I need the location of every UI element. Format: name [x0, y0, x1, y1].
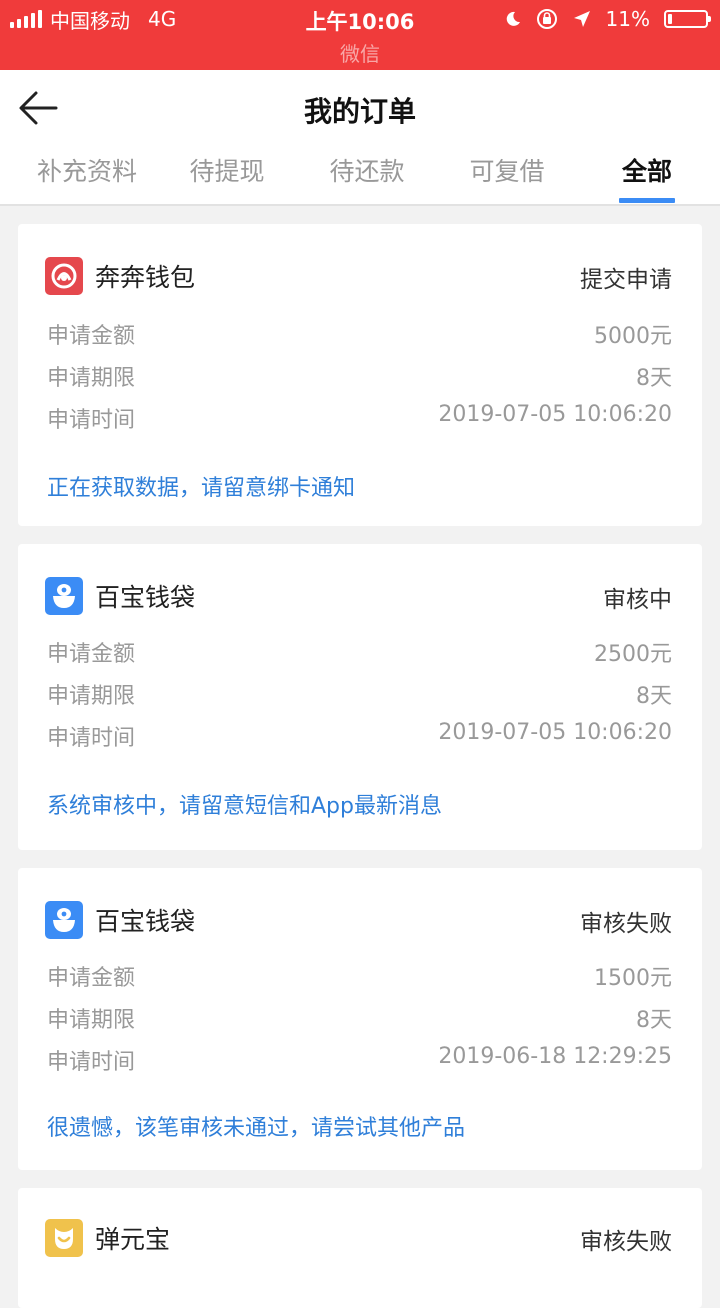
amount-value: 2500元	[594, 642, 672, 667]
order-status: 提交申请	[580, 267, 672, 293]
tab-reborrow[interactable]: 可复借	[437, 152, 577, 188]
order-card[interactable]: 奔奔钱包 提交申请 申请金额 5000元 申请期限 8天 申请时间 2019-0…	[18, 224, 702, 526]
time-row: 申请时间 2019-07-05 10:06:20	[47, 402, 672, 438]
battery-percent: 11%	[605, 7, 650, 31]
amount-row: 申请金额 2500元	[47, 636, 672, 672]
order-brand: 百宝钱袋	[45, 900, 195, 940]
status-bar: 中国移动 4G 上午10:06 微信 11%	[0, 0, 720, 70]
time-row: 申请时间 2019-06-18 12:29:25	[47, 1044, 672, 1080]
order-status: 审核中	[603, 587, 672, 613]
app-name: 微信	[340, 42, 380, 66]
term-value: 8天	[636, 684, 672, 709]
amount-label: 申请金额	[47, 324, 136, 349]
brand-name: 奔奔钱包	[95, 263, 196, 292]
term-label: 申请期限	[47, 366, 136, 391]
tab-pending-withdrawal[interactable]: 待提现	[157, 152, 297, 188]
brand-name: 百宝钱袋	[95, 907, 196, 936]
time-label: 申请时间	[47, 1050, 136, 1075]
tab-all[interactable]: 全部	[577, 152, 717, 188]
order-card[interactable]: 百宝钱袋 审核中 申请金额 2500元 申请期限 8天 申请时间 2019-07…	[18, 544, 702, 850]
order-status: 审核失败	[580, 911, 672, 937]
time-label: 申请时间	[47, 726, 136, 751]
active-tab-indicator	[619, 198, 675, 203]
benben-logo-icon	[45, 257, 83, 295]
time-label: 申请时间	[47, 408, 136, 433]
term-row: 申请期限 8天	[47, 1002, 672, 1038]
order-brand: 百宝钱袋	[45, 576, 195, 616]
amount-value: 5000元	[594, 324, 672, 349]
amount-value: 1500元	[594, 966, 672, 991]
tab-supplement-info[interactable]: 补充资料	[17, 152, 157, 188]
time-value: 2019-07-05 10:06:20	[438, 720, 672, 745]
term-label: 申请期限	[47, 1008, 136, 1033]
time-value: 2019-06-18 12:29:25	[438, 1044, 672, 1069]
brand-name: 弹元宝	[95, 1225, 171, 1254]
time-row: 申请时间 2019-07-05 10:06:20	[47, 720, 672, 756]
baibao-logo-icon	[45, 901, 83, 939]
term-value: 8天	[636, 366, 672, 391]
baibao-logo-icon	[45, 577, 83, 615]
order-brand: 奔奔钱包	[45, 256, 195, 296]
page-title: 我的订单	[303, 95, 416, 128]
tab-pending-repayment[interactable]: 待还款	[297, 152, 437, 188]
term-label: 申请期限	[47, 684, 136, 709]
order-note: 系统审核中，请留意短信和App最新消息	[47, 794, 442, 819]
amount-label: 申请金额	[47, 966, 136, 991]
moon-icon	[506, 11, 520, 26]
brand-name: 百宝钱袋	[95, 583, 196, 612]
order-note: 很遗憾，该笔审核未通过，请尝试其他产品	[47, 1116, 466, 1141]
battery-icon	[664, 10, 711, 28]
amount-row: 申请金额 5000元	[47, 318, 672, 354]
order-brand: 弹元宝	[45, 1218, 170, 1258]
header: 我的订单 补充资料 待提现 待还款 可复借 全部	[0, 70, 720, 206]
danyuanbao-logo-icon	[45, 1219, 83, 1257]
order-status: 审核失败	[580, 1229, 672, 1255]
term-row: 申请期限 8天	[47, 678, 672, 714]
orientation-lock-icon	[536, 9, 557, 29]
order-card[interactable]: 弹元宝 审核失败	[18, 1188, 702, 1308]
tab-bar: 补充资料 待提现 待还款 可复借 全部	[0, 152, 720, 206]
amount-row: 申请金额 1500元	[47, 960, 672, 996]
status-bar-right: 11%	[504, 6, 711, 32]
location-arrow-icon	[573, 11, 590, 27]
term-value: 8天	[636, 1008, 672, 1033]
battery-fill	[668, 14, 672, 24]
time-value: 2019-07-05 10:06:20	[438, 402, 672, 427]
order-card[interactable]: 百宝钱袋 审核失败 申请金额 1500元 申请期限 8天 申请时间 2019-0…	[18, 868, 702, 1170]
amount-label: 申请金额	[47, 642, 136, 667]
order-note: 正在获取数据，请留意绑卡通知	[47, 476, 356, 501]
term-row: 申请期限 8天	[47, 360, 672, 396]
